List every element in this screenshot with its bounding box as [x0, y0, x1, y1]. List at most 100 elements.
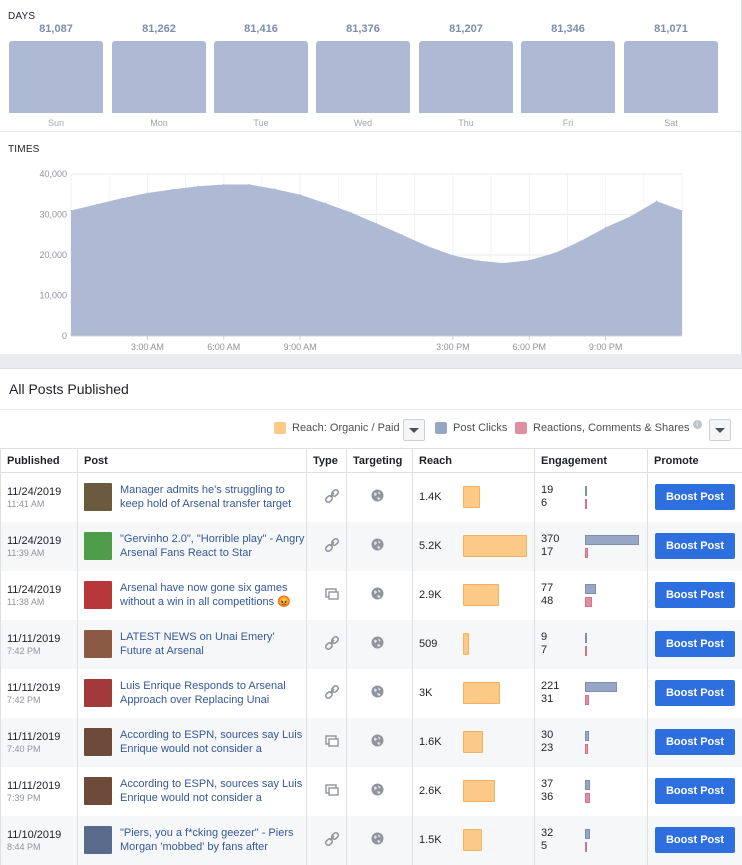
reactions-bar	[585, 548, 588, 558]
reach-bar	[463, 535, 527, 557]
boost-post-button[interactable]: Boost Post	[655, 582, 735, 608]
boost-post-button[interactable]: Boost Post	[655, 484, 735, 510]
data-point	[605, 227, 606, 228]
day-value: 81,262	[112, 22, 206, 41]
published-cell: 11/11/20197:40 PM	[1, 718, 78, 767]
post-date: 11/11/2019	[7, 780, 77, 793]
post-link[interactable]: LATEST NEWS on Unai Emery' Future at Ars…	[120, 630, 306, 658]
boost-post-button[interactable]: Boost Post	[655, 729, 735, 755]
table-row[interactable]: 11/24/201911:38 AM Arsenal have now gone …	[1, 571, 742, 620]
table-row[interactable]: 11/10/20198:44 PM"Piers, you a f*cking g…	[1, 816, 742, 865]
post-link[interactable]: According to ESPN, sources say Luis Enri…	[120, 728, 306, 756]
boost-post-button[interactable]: Boost Post	[655, 533, 735, 559]
table-row[interactable]: 11/24/201911:41 AMManager admits he's st…	[1, 473, 742, 522]
targeting-cell	[347, 522, 413, 571]
data-point	[325, 203, 326, 204]
post-link[interactable]: Arsenal have now gone six games without …	[120, 581, 306, 609]
post-thumbnail[interactable]	[84, 581, 112, 609]
boost-post-button[interactable]: Boost Post	[655, 680, 735, 706]
post-thumbnail[interactable]	[84, 483, 112, 511]
album-icon	[325, 735, 346, 750]
col-promote[interactable]: Promote	[648, 449, 742, 473]
y-tick-label: 0	[62, 331, 67, 341]
post-date: 11/11/2019	[7, 633, 77, 646]
post-thumbnail[interactable]	[84, 728, 112, 756]
reactions-bar	[585, 646, 587, 656]
reach-value: 1.6K	[419, 736, 463, 748]
engagement-metric-dropdown[interactable]	[709, 419, 731, 441]
data-point	[274, 188, 275, 189]
data-point	[70, 210, 71, 211]
published-cell: 11/11/20197:39 PM	[1, 767, 78, 816]
targeting-cell	[347, 669, 413, 718]
type-cell	[307, 571, 347, 620]
table-row[interactable]: 11/24/201911:39 AM"Gervinho 2.0", "Horri…	[1, 522, 742, 571]
table-row[interactable]: 11/11/20197:39 PM According to ESPN, sour…	[1, 767, 742, 816]
col-reach[interactable]: Reach	[413, 449, 535, 473]
boost-post-button[interactable]: Boost Post	[655, 827, 735, 853]
reactions-value: 23	[541, 742, 585, 755]
col-targeting[interactable]: Targeting	[347, 449, 413, 473]
data-point	[223, 184, 224, 185]
day-value: 81,416	[214, 22, 308, 41]
post-thumbnail[interactable]	[84, 630, 112, 658]
day-column: 81,207Thu	[419, 22, 513, 128]
posts-header: All Posts Published	[0, 368, 742, 410]
clicks-bar	[585, 633, 587, 643]
post-clicks-value: 32	[541, 827, 585, 840]
day-name: Fri	[521, 118, 615, 128]
reach-cell: 3K	[413, 669, 535, 718]
post-cell: "Gervinho 2.0", "Horrible play" - Angry …	[78, 522, 307, 571]
day-name: Mon	[112, 118, 206, 128]
info-icon[interactable]: i	[693, 420, 702, 429]
day-value: 81,071	[624, 22, 718, 41]
col-engagement[interactable]: Engagement	[535, 449, 648, 473]
col-post[interactable]: Post	[78, 449, 307, 473]
globe-icon	[371, 685, 412, 701]
post-link[interactable]: Luis Enrique Responds to Arsenal Approac…	[120, 679, 306, 707]
day-column: 81,262 Mon	[112, 22, 206, 128]
post-thumbnail[interactable]	[84, 532, 112, 560]
engagement-cell: 3023	[535, 718, 648, 767]
post-link[interactable]: Manager admits he's struggling to keep h…	[120, 483, 306, 511]
post-link[interactable]: "Piers, you a f*cking geezer" - Piers Mo…	[120, 826, 306, 854]
days-panel: DAYS 81,087Sun81,262Mon81,416Tue81,376We…	[0, 0, 742, 132]
times-chart: 010,00020,00030,00040,0003:00 AM6:00 AM9…	[0, 132, 742, 354]
day-bar	[214, 41, 308, 113]
data-point	[478, 260, 479, 261]
globe-icon	[371, 538, 412, 554]
engagement-cell: 196	[535, 473, 648, 522]
x-tick-label: 3:00 PM	[436, 342, 470, 352]
col-published[interactable]: Published	[1, 449, 78, 473]
day-bar	[112, 41, 206, 113]
table-row[interactable]: 11/11/20197:42 PMLuis Enrique Responds t…	[1, 669, 742, 718]
reach-cell: 1.6K	[413, 718, 535, 767]
day-bar	[521, 41, 615, 113]
engagement-cell: 3736	[535, 767, 648, 816]
y-tick-label: 10,000	[39, 291, 67, 301]
post-cell: According to ESPN, sources say Luis Enri…	[78, 718, 307, 767]
post-thumbnail[interactable]	[84, 679, 112, 707]
reach-value: 1.5K	[419, 834, 463, 846]
post-link[interactable]: According to ESPN, sources say Luis Enri…	[120, 777, 306, 805]
post-clicks-value: 37	[541, 778, 585, 791]
boost-post-button[interactable]: Boost Post	[655, 778, 735, 804]
post-thumbnail[interactable]	[84, 826, 112, 854]
reach-bar	[463, 633, 469, 655]
type-cell	[307, 767, 347, 816]
link-icon	[325, 537, 346, 556]
post-link[interactable]: "Gervinho 2.0", "Horrible play" - Angry …	[120, 532, 306, 560]
targeting-cell	[347, 473, 413, 522]
table-row[interactable]: 11/11/20197:40 PM According to ESPN, sour…	[1, 718, 742, 767]
col-type[interactable]: Type	[307, 449, 347, 473]
reach-cell: 1.4K	[413, 473, 535, 522]
post-thumbnail[interactable]	[84, 777, 112, 805]
published-cell: 11/24/201911:38 AM	[1, 571, 78, 620]
posts-title: All Posts Published	[9, 381, 129, 397]
table-row[interactable]: 11/11/20197:42 PMLATEST NEWS on Unai Eme…	[1, 620, 742, 669]
boost-post-button[interactable]: Boost Post	[655, 631, 735, 657]
reach-metric-dropdown[interactable]	[403, 419, 425, 441]
clicks-bar	[585, 535, 639, 545]
data-point	[630, 216, 631, 217]
data-point	[554, 252, 555, 253]
